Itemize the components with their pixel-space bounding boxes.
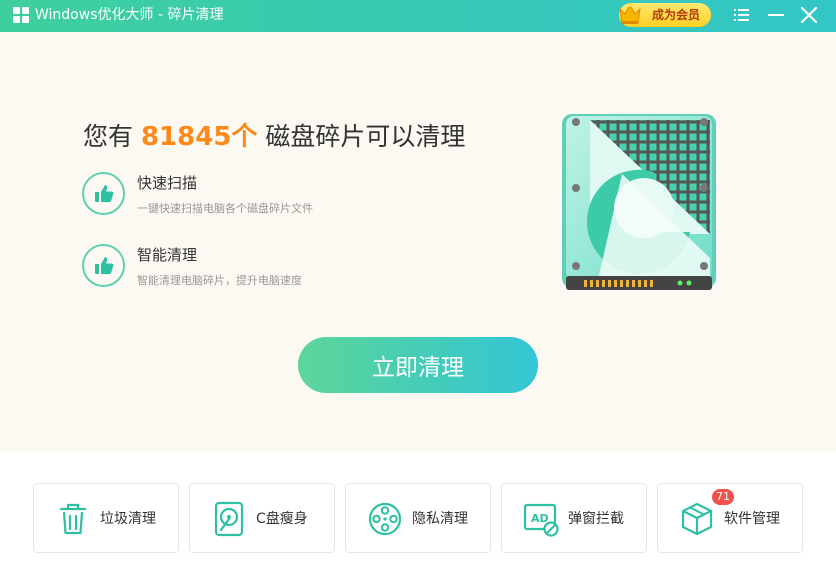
feature-description: 智能清理电脑碎片，提升电脑速度 [137,274,302,287]
ad-block-icon: AD [523,503,559,537]
menu-icon[interactable] [730,4,752,26]
feature-title: 智能清理 [137,246,198,264]
fragment-count: 81845个 [140,122,258,152]
become-member-label: 成为会员 [652,8,701,22]
clean-now-button[interactable]: 立即清理 [298,337,538,393]
film-reel-icon [368,502,402,536]
tool-label: 垃圾清理 [100,511,156,527]
tool-junk-clean[interactable]: 垃圾清理 [33,483,179,553]
tool-label: 软件管理 [724,511,780,527]
become-member-button[interactable]: 成为会员 [619,3,711,27]
tool-c-drive-slim[interactable]: C盘瘦身 [189,483,335,553]
package-box-icon [681,502,713,536]
disk-slim-icon [214,501,244,537]
title-bar: Windows优化大师 - 碎片清理 成为会员 [0,0,836,32]
windows-logo-icon [13,7,30,24]
tool-label: C盘瘦身 [256,511,308,527]
tool-popup-block[interactable]: AD 弹窗拦截 [501,483,647,553]
svg-text:AD: AD [531,512,549,525]
thumbs-up-icon [82,244,125,287]
headline-prefix: 您有 [83,122,141,151]
window-title: Windows优化大师 - 碎片清理 [35,7,224,23]
minimize-icon[interactable] [765,4,787,26]
fragment-count-headline: 您有 81845个 磁盘碎片可以清理 [83,116,465,153]
trash-icon [59,503,87,535]
feature-description: 一键快速扫描电脑各个磁盘碎片文件 [137,202,313,215]
close-icon[interactable] [798,4,820,26]
feature-title: 快速扫描 [137,174,198,192]
tool-software-manager[interactable]: 71 软件管理 [657,483,803,553]
tool-privacy-clean[interactable]: 隐私清理 [345,483,491,553]
hard-disk-icon [562,114,716,290]
headline-suffix: 磁盘碎片可以清理 [257,122,466,151]
crown-icon [619,3,641,24]
main-panel: 您有 81845个 磁盘碎片可以清理 快速扫描 一键快速扫描电脑各个磁盘碎片文件… [0,32,836,452]
tool-label: 弹窗拦截 [568,511,624,527]
thumbs-up-icon [82,172,125,215]
tools-bar: 垃圾清理 C盘瘦身 隐私清理 AD 弹窗拦截 71 软件管理 [0,452,836,574]
tool-label: 隐私清理 [412,511,468,527]
